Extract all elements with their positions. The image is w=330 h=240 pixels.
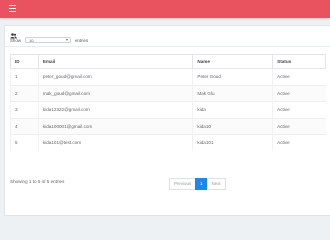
entries-label: entries [74,37,89,43]
cell-email: kida12322@gmail.com [37,101,193,118]
cell-status: Active [272,117,326,135]
table-info: Showing 1 to 5 of 5 entries [10,179,65,184]
cell-name: Peter Goud [192,68,273,85]
table-row: 5 kida101@test.com kida101 Active [10,134,326,151]
cell-status: Active [272,84,326,102]
column-header-name[interactable]: Name [192,54,274,69]
cell-email: peter_goud@gmail.com [37,68,193,85]
cell-id: 5 [10,134,39,151]
cell-name: kida10 [192,117,273,135]
cell-status: Active [272,134,326,151]
users-table: ID Email Name Status 1 peter_goud@gmail.… [10,54,326,151]
next-page-button[interactable]: Next [206,178,226,190]
table-header-row: ID Email Name Status [10,54,326,69]
previous-page-button[interactable]: Previous [169,178,197,190]
cell-email: mak_goud@gmail.com [37,84,193,102]
table-row: 1 peter_goud@gmail.com Peter Goud Active [10,68,326,85]
chevron-down-icon [65,39,68,42]
cell-id: 3 [10,101,39,118]
column-header-email[interactable]: Email [37,54,194,69]
entries-select[interactable]: 10 [24,37,71,43]
cell-id: 2 [10,84,39,102]
table-row: 3 kida12322@gmail.com kida Active [10,101,326,118]
entries-length-control: Show 10 entries [10,37,88,43]
cell-status: Active [272,101,326,118]
cell-email: kida100001@gmail.com [37,117,193,135]
show-label: Show [10,37,21,43]
top-navbar [0,0,330,18]
cell-id: 1 [10,68,39,85]
pagination: Previous 1 Next [169,178,226,190]
column-header-status[interactable]: Status [272,54,326,69]
column-header-id[interactable]: ID [10,54,39,69]
cell-id: 4 [10,117,39,135]
cell-name: kida101 [192,134,273,151]
hamburger-icon[interactable] [9,5,16,13]
table-row: 4 kida100001@gmail.com kida10 Active [10,117,326,135]
entries-select-value: 10 [28,38,34,43]
table-row: 2 mak_goud@gmail.com Mak Glu Active [10,84,326,102]
cell-status: Active [272,68,326,85]
cell-name: Mak Glu [192,84,273,102]
cell-name: kida [192,101,273,118]
cell-email: kida101@test.com [37,134,193,151]
